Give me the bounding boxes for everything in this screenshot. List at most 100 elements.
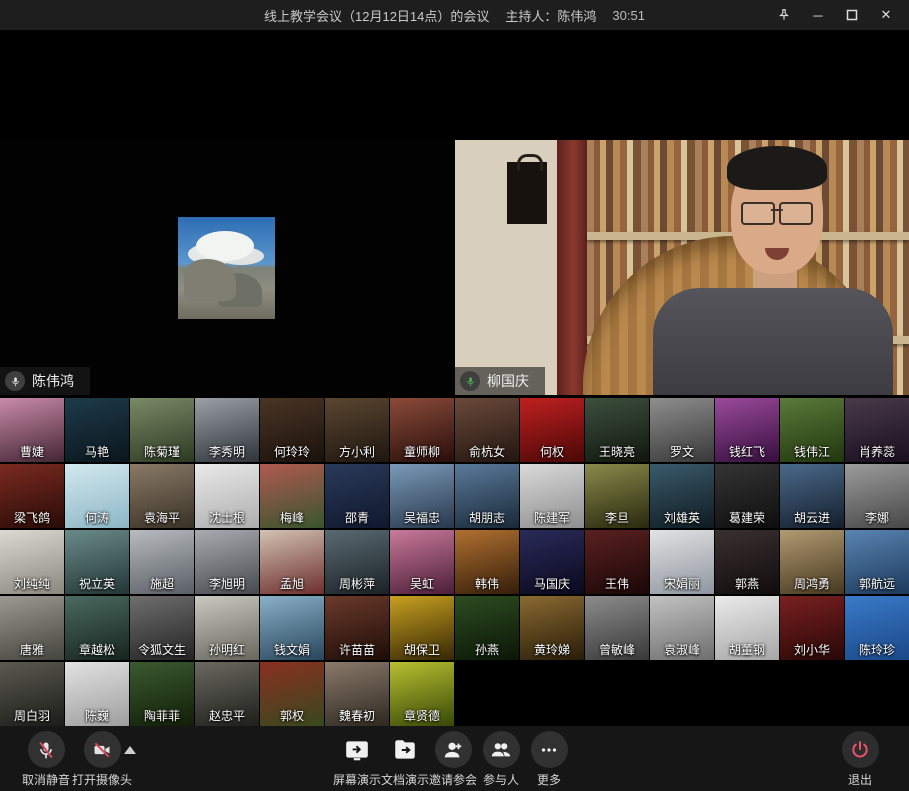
participant-tile[interactable]: 李旭明 xyxy=(195,530,259,594)
participant-tile[interactable]: 孙明红 xyxy=(195,596,259,660)
participant-tile[interactable]: 刘小华 xyxy=(780,596,844,660)
participant-name: 唐雅 xyxy=(0,641,64,658)
participant-name: 吴虹 xyxy=(390,575,454,592)
person-glasses xyxy=(741,202,813,222)
participant-name: 刘雄英 xyxy=(650,509,714,526)
participant-tile[interactable]: 马国庆 xyxy=(520,530,584,594)
participant-name: 郭航远 xyxy=(845,575,909,592)
participant-tile[interactable]: 钱红飞 xyxy=(715,398,779,462)
title-bar: 线上教学会议（12月12日14点）的会议 主持人：陈伟鸿 30:51 ─ ✕ xyxy=(0,0,909,30)
participant-tile[interactable]: 孟旭 xyxy=(260,530,324,594)
participant-tile[interactable]: 王晓亮 xyxy=(585,398,649,462)
participant-tile[interactable]: 陈玲珍 xyxy=(845,596,909,660)
participant-name: 孟旭 xyxy=(260,575,324,592)
participant-tile[interactable]: 魏春初 xyxy=(325,662,389,726)
participant-name: 黄玲娣 xyxy=(520,641,584,658)
participant-tile[interactable]: 梅峰 xyxy=(260,464,324,528)
participant-tile[interactable]: 王伟 xyxy=(585,530,649,594)
participant-tile[interactable]: 袁海平 xyxy=(130,464,194,528)
participant-tile[interactable]: 胡朋志 xyxy=(455,464,519,528)
participant-tile[interactable]: 陈菊瑾 xyxy=(130,398,194,462)
participant-tile[interactable]: 钱伟江 xyxy=(780,398,844,462)
person-torso xyxy=(653,288,893,395)
participant-tile[interactable]: 章越松 xyxy=(65,596,129,660)
participant-name: 李娜 xyxy=(845,509,909,526)
participant-tile[interactable]: 祝立英 xyxy=(65,530,129,594)
participant-tile[interactable]: 刘纯纯 xyxy=(0,530,64,594)
participant-tile[interactable]: 马艳 xyxy=(65,398,129,462)
participant-tile[interactable]: 郭航远 xyxy=(845,530,909,594)
participant-tile[interactable]: 赵忠平 xyxy=(195,662,259,726)
participant-tile[interactable]: 黄玲娣 xyxy=(520,596,584,660)
video-feed-chenweihong[interactable]: 陈伟鸿 xyxy=(0,140,454,395)
camera-options-caret[interactable] xyxy=(124,746,136,754)
exit-button[interactable]: 退出 xyxy=(824,731,896,788)
participant-tile[interactable]: 陶菲菲 xyxy=(130,662,194,726)
participant-tile[interactable]: 胡保卫 xyxy=(390,596,454,660)
participant-tile[interactable]: 俞杭女 xyxy=(455,398,519,462)
pin-icon[interactable] xyxy=(767,0,801,30)
participant-tile[interactable]: 周白羽 xyxy=(0,662,64,726)
meeting-timer: 30:51 xyxy=(612,8,645,23)
participant-tile[interactable]: 许苗苗 xyxy=(325,596,389,660)
participant-tile[interactable]: 唐雅 xyxy=(0,596,64,660)
participant-tile[interactable]: 施超 xyxy=(130,530,194,594)
participant-name: 方小利 xyxy=(325,443,389,460)
participant-name: 章贤德 xyxy=(390,707,454,724)
participant-name: 祝立英 xyxy=(65,575,129,592)
participant-tile[interactable]: 刘雄英 xyxy=(650,464,714,528)
participant-tile[interactable]: 曹婕 xyxy=(0,398,64,462)
participant-tile[interactable]: 胡董钢 xyxy=(715,596,779,660)
more-label: 更多 xyxy=(537,771,561,788)
participant-tile[interactable]: 何涛 xyxy=(65,464,129,528)
participant-tile[interactable]: 胡云进 xyxy=(780,464,844,528)
participant-tile[interactable]: 郭权 xyxy=(260,662,324,726)
participant-tile[interactable]: 陈巍 xyxy=(65,662,129,726)
participant-tile[interactable]: 葛建荣 xyxy=(715,464,779,528)
participant-tile[interactable]: 钱文娟 xyxy=(260,596,324,660)
participant-tile[interactable]: 令狐文生 xyxy=(130,596,194,660)
participant-tile[interactable]: 何玲玲 xyxy=(260,398,324,462)
participant-tile[interactable]: 李娜 xyxy=(845,464,909,528)
participant-tile[interactable]: 陈建军 xyxy=(520,464,584,528)
participant-tile[interactable]: 李秀明 xyxy=(195,398,259,462)
open-camera-button[interactable]: 打开摄像头 xyxy=(66,731,138,788)
close-button[interactable]: ✕ xyxy=(869,0,903,30)
participant-tile[interactable]: 方小利 xyxy=(325,398,389,462)
participant-tile[interactable]: 肖养蕊 xyxy=(845,398,909,462)
participant-name: 胡云进 xyxy=(780,509,844,526)
participant-tile[interactable]: 周彬萍 xyxy=(325,530,389,594)
participant-tile[interactable]: 邵青 xyxy=(325,464,389,528)
participant-tile[interactable]: 郭燕 xyxy=(715,530,779,594)
participant-tile[interactable]: 宋娟丽 xyxy=(650,530,714,594)
participant-tile[interactable]: 周鸿勇 xyxy=(780,530,844,594)
participant-tile[interactable]: 童师柳 xyxy=(390,398,454,462)
cloud-shape xyxy=(196,231,254,261)
participant-tile[interactable]: 吴虹 xyxy=(390,530,454,594)
more-button[interactable]: 更多 xyxy=(513,731,585,788)
participant-tile[interactable]: 韩伟 xyxy=(455,530,519,594)
maximize-button[interactable] xyxy=(835,0,869,30)
participant-tile[interactable]: 李旦 xyxy=(585,464,649,528)
minimize-button[interactable]: ─ xyxy=(801,0,835,30)
participant-tile[interactable]: 章贤德 xyxy=(390,662,454,726)
participant-name: 曹婕 xyxy=(0,443,64,460)
participant-tile[interactable]: 吴福忠 xyxy=(390,464,454,528)
participant-name: 许苗苗 xyxy=(325,641,389,658)
mic-icon xyxy=(5,371,25,391)
participant-tile[interactable]: 梁飞鸽 xyxy=(0,464,64,528)
participant-name: 吴福忠 xyxy=(390,509,454,526)
participant-tile[interactable]: 袁淑峰 xyxy=(650,596,714,660)
window-controls: ─ ✕ xyxy=(767,0,903,30)
participant-tile[interactable]: 孙燕 xyxy=(455,596,519,660)
participant-tile[interactable]: 沈士根 xyxy=(195,464,259,528)
speaker-name: 陈伟鸿 xyxy=(32,371,74,391)
participant-name: 孙明红 xyxy=(195,641,259,658)
participant-grid: 曹婕马艳陈菊瑾李秀明何玲玲方小利童师柳俞杭女何权王晓亮罗文钱红飞钱伟江肖养蕊梁飞… xyxy=(0,398,909,726)
participant-tile[interactable]: 曾敏峰 xyxy=(585,596,649,660)
participant-tile[interactable]: 何权 xyxy=(520,398,584,462)
video-feed-liuguoqing[interactable]: 柳国庆 xyxy=(455,140,909,395)
participant-tile[interactable]: 罗文 xyxy=(650,398,714,462)
participant-name: 郭燕 xyxy=(715,575,779,592)
participant-name: 周彬萍 xyxy=(325,575,389,592)
